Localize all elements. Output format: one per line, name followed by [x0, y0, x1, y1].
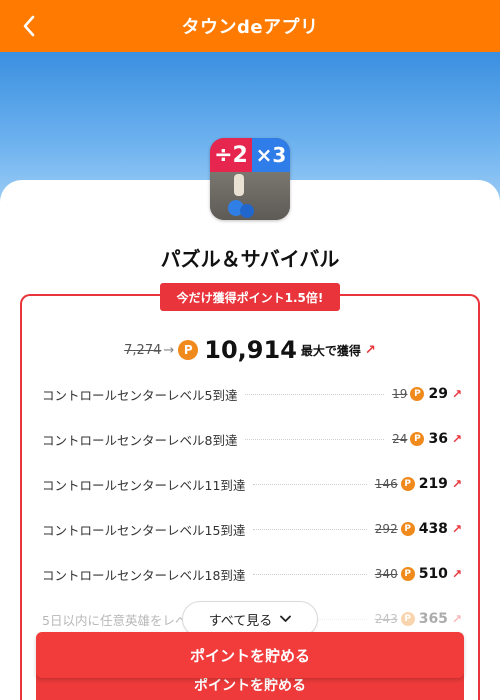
earn-points-label: ポイントを貯める: [189, 646, 310, 665]
arrow-right-icon: →: [163, 342, 175, 358]
total-new-points: 10,914: [204, 336, 297, 364]
points-icon: P: [178, 340, 199, 360]
mission-row: コントロールセンターレベル8到達 24 P 36 ↗: [42, 429, 462, 449]
mission-row: コントロールセンターレベル18到達 340 P 510 ↗: [42, 564, 462, 584]
mission-old-points: 340: [374, 567, 398, 581]
mission-label: コントロールセンターレベル8到達: [42, 432, 238, 448]
app-name: パズル＆サバイバル: [160, 247, 340, 271]
up-right-arrow-icon: ↗: [451, 612, 462, 626]
mission-old-points: 292: [374, 522, 398, 536]
app-icon: ÷2 ×3: [210, 138, 290, 220]
see-all-label: すべて見る: [208, 613, 273, 629]
mission-old-points: 24: [392, 432, 408, 446]
points-icon: P: [410, 432, 425, 446]
mission-points: 510: [418, 566, 448, 582]
mission-row: コントロールセンターレベル5到達 19 P 29 ↗: [42, 384, 462, 404]
mission-old-points: 146: [374, 477, 398, 491]
app-icon-multiply-label: ×3: [252, 138, 290, 172]
mission-label: 5日以内に任意英雄をレベ: [42, 612, 188, 628]
mission-label: コントロールセンターレベル18到達: [42, 567, 246, 583]
earn-points-button[interactable]: ポイントを貯める: [36, 632, 464, 678]
mission-label: コントロールセンターレベル11到達: [42, 477, 246, 493]
points-icon: P: [400, 612, 415, 626]
mission-row: コントロールセンターレベル11到達 146 P 219 ↗: [42, 474, 462, 494]
points-icon: P: [400, 567, 415, 581]
points-icon: P: [410, 387, 425, 401]
app-icon-divide-label: ÷2: [210, 138, 252, 172]
up-right-arrow-icon: ↗: [451, 432, 462, 446]
up-right-arrow-icon: ↗: [451, 387, 462, 401]
mission-old-points: 19: [392, 387, 408, 401]
up-right-arrow-icon: ↗: [451, 477, 462, 491]
mission-label: コントロールセンターレベル5到達: [42, 387, 238, 403]
points-icon: P: [400, 477, 415, 491]
campaign-badge: 今だけ獲得ポイント1.5倍!: [160, 283, 340, 311]
mission-points: 29: [428, 386, 448, 402]
mission-old-points: 243: [374, 612, 398, 626]
earn-points-label: ポイントを貯める: [194, 678, 306, 694]
mission-label: コントロールセンターレベル15到達: [42, 522, 246, 538]
up-right-arrow-icon: ↗: [451, 522, 462, 536]
mission-row: コントロールセンターレベル15到達 292 P 438 ↗: [42, 519, 462, 539]
up-right-arrow-icon: ↗: [364, 342, 376, 358]
back-button[interactable]: [14, 10, 44, 42]
app-header: タウンdeアプリ: [0, 0, 500, 52]
points-icon: P: [400, 522, 415, 536]
mission-points: 438: [418, 521, 448, 537]
mission-points: 365: [418, 611, 448, 627]
chevron-down-icon: [280, 615, 292, 622]
mission-points: 219: [418, 476, 448, 492]
total-old-points: 7,274: [124, 342, 162, 358]
mission-points: 36: [428, 431, 448, 447]
page-title: タウンdeアプリ: [181, 17, 319, 38]
total-suffix: 最大で獲得: [300, 343, 361, 358]
total-points: 7,274 → P 10,914 最大で獲得 ↗: [0, 336, 500, 364]
up-right-arrow-icon: ↗: [451, 567, 462, 581]
chevron-left-icon: [23, 15, 35, 37]
